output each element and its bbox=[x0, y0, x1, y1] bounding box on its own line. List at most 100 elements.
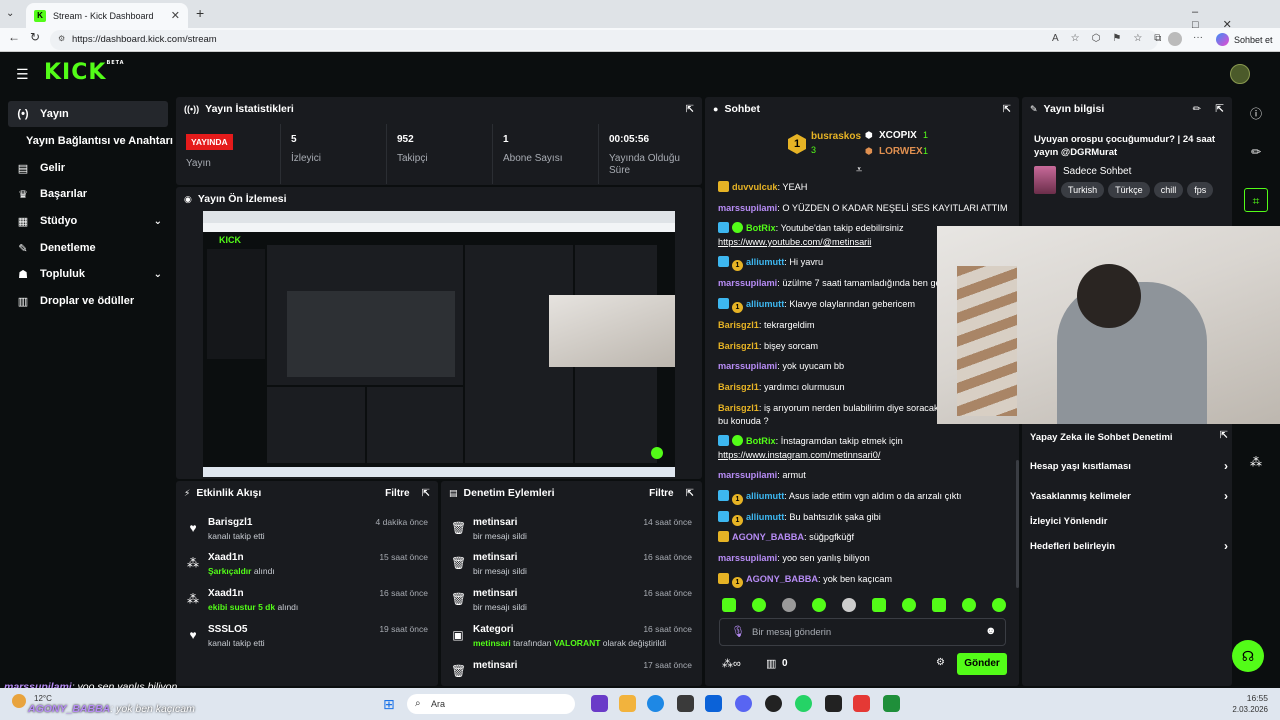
chat-username[interactable]: duvvulcuk bbox=[732, 182, 777, 192]
user-avatar[interactable] bbox=[1230, 64, 1250, 84]
leader-first-name[interactable]: busraskos bbox=[811, 131, 861, 142]
gift-icon[interactable]: ▥ bbox=[766, 657, 776, 670]
scan-icon[interactable]: ⌗ bbox=[1244, 188, 1268, 212]
chat-link-text[interactable]: https://www.youtube.com/@metinsarii bbox=[718, 237, 871, 247]
edge-icon[interactable] bbox=[647, 695, 664, 712]
raid-link[interactable]: İzleyici Yönlendir bbox=[1030, 516, 1228, 527]
emoji-icon[interactable]: ☻ bbox=[985, 625, 997, 637]
chat-username[interactable]: marssupilami bbox=[718, 553, 777, 563]
category-name[interactable]: Sadece Sohbet bbox=[1063, 166, 1131, 177]
popout-icon[interactable]: ⇱ bbox=[686, 488, 694, 499]
collapse-leaders-icon[interactable]: ⩡ bbox=[856, 164, 862, 177]
support-chat-icon[interactable]: ☊ bbox=[1232, 640, 1264, 672]
edit-icon[interactable]: ✏ bbox=[1244, 140, 1268, 164]
moderation-filter-button[interactable]: Filtre bbox=[649, 488, 673, 499]
chat-username[interactable]: marssupilami bbox=[718, 203, 777, 213]
discord-icon[interactable] bbox=[735, 695, 752, 712]
tag-chip[interactable]: Turkish bbox=[1061, 182, 1105, 198]
chat-link[interactable]: https://www.instagram.com/metinnsari0/ bbox=[718, 449, 880, 461]
event-user[interactable]: Xaad1n bbox=[208, 588, 244, 599]
kick-logo[interactable]: KICKBETA bbox=[44, 60, 125, 85]
weather-icon[interactable] bbox=[12, 694, 26, 708]
chat-username[interactable]: Barisgzl1 bbox=[718, 320, 759, 330]
popout-icon[interactable]: ⇱ bbox=[1003, 104, 1011, 115]
app-icon[interactable] bbox=[765, 695, 782, 712]
sidebar-item-stream[interactable]: (•) Yayın bbox=[8, 101, 168, 127]
event-user[interactable]: Xaad1n bbox=[208, 552, 244, 563]
emote-icon[interactable] bbox=[962, 598, 976, 612]
tab-close-icon[interactable]: ✕ bbox=[171, 9, 180, 22]
event-user[interactable]: metinsari bbox=[473, 588, 517, 599]
event-user[interactable]: metinsari bbox=[473, 517, 517, 528]
chat-username[interactable]: alliumutt bbox=[746, 299, 784, 309]
sidebar-item-studio[interactable]: ▦ Stüdyo ⌄ bbox=[8, 208, 168, 234]
leader-third-name[interactable]: LORWEX bbox=[879, 146, 923, 157]
event-actor[interactable]: metinsari bbox=[473, 638, 511, 648]
tag-chip[interactable]: chill bbox=[1153, 182, 1184, 198]
reload-icon[interactable]: ↻ bbox=[30, 30, 40, 44]
outlook-icon[interactable] bbox=[705, 695, 722, 712]
microphone-icon[interactable]: 🎙 bbox=[731, 625, 745, 638]
sidebar-item-revenue[interactable]: ▤ Gelir bbox=[8, 155, 168, 181]
edit-icon[interactable]: ✏ bbox=[1193, 104, 1201, 115]
emote-icon[interactable] bbox=[752, 598, 766, 612]
activity-filter-button[interactable]: Filtre bbox=[385, 488, 409, 499]
profile-avatar[interactable] bbox=[1168, 32, 1182, 46]
app-icon[interactable] bbox=[591, 695, 608, 712]
settings-gear-icon[interactable]: ⚙ bbox=[936, 657, 945, 668]
goals-link[interactable]: Hedefleri belirleyin › bbox=[1030, 539, 1228, 553]
emote-icon[interactable] bbox=[902, 598, 916, 612]
more-menu-icon[interactable]: ··· bbox=[1193, 32, 1203, 43]
chat-username[interactable]: Barisgzl1 bbox=[718, 403, 759, 413]
event-user[interactable]: Barisgzl1 bbox=[208, 517, 252, 528]
chat-username[interactable]: marssupilami bbox=[718, 470, 777, 480]
popout-icon[interactable]: ⇱ bbox=[686, 104, 694, 115]
sidebar-item-community[interactable]: ☗ Topluluk ⌄ bbox=[8, 261, 168, 287]
ai-moderation-link[interactable]: Yapay Zeka ile Sohbet Denetimi ⇱ bbox=[1030, 430, 1228, 443]
category-thumbnail[interactable] bbox=[1034, 166, 1056, 194]
whatsapp-icon[interactable] bbox=[795, 695, 812, 712]
popout-icon[interactable]: ⇱ bbox=[1215, 103, 1224, 115]
kick-points-icon[interactable]: ⁂∞ bbox=[722, 657, 741, 670]
send-button[interactable]: Gönder bbox=[957, 653, 1007, 675]
account-age-link[interactable]: Hesap yaşı kısıtlaması › bbox=[1030, 459, 1228, 473]
event-user[interactable]: SSSLO5 bbox=[208, 624, 247, 635]
info-icon[interactable]: ⓘ bbox=[1244, 102, 1268, 126]
back-icon[interactable]: ← bbox=[8, 30, 20, 44]
emote-icon[interactable] bbox=[812, 598, 826, 612]
windows-start-icon[interactable]: ⊞ bbox=[383, 696, 395, 713]
chat-username[interactable]: alliumutt bbox=[746, 491, 784, 501]
chat-username[interactable]: Barisgzl1 bbox=[718, 382, 759, 392]
emote-icon[interactable] bbox=[992, 598, 1006, 612]
chat-scrollbar[interactable] bbox=[1016, 460, 1019, 588]
sidebar-item-moderation[interactable]: ✎ Denetleme bbox=[8, 235, 168, 261]
hamburger-menu-icon[interactable]: ☰ bbox=[16, 66, 29, 83]
chat-link[interactable]: https://www.youtube.com/@metinsarii bbox=[718, 236, 871, 248]
tab-list-icon[interactable]: ⌄ bbox=[6, 8, 14, 19]
chat-link-text[interactable]: https://www.instagram.com/metinnsari0/ bbox=[718, 450, 880, 460]
sidebar-item-achievements[interactable]: ♛ Başarılar bbox=[8, 181, 168, 207]
copilot-button[interactable]: Sohbet et bbox=[1234, 35, 1273, 45]
url-field[interactable]: https://dashboard.kick.com/stream bbox=[50, 30, 1158, 50]
tag-chip[interactable]: Türkçe bbox=[1108, 182, 1150, 198]
excel-icon[interactable] bbox=[883, 695, 900, 712]
sidebar-item-drops[interactable]: ▥ Droplar ve ödüller bbox=[8, 288, 168, 314]
emote-icon[interactable] bbox=[872, 598, 886, 612]
event-user[interactable]: Kategori bbox=[473, 624, 514, 635]
new-tab-icon[interactable]: + bbox=[196, 5, 204, 21]
chat-username[interactable]: marssupilami bbox=[718, 278, 777, 288]
site-info-icon[interactable]: ⚙ bbox=[58, 34, 65, 43]
stream-preview-video[interactable]: KICK bbox=[203, 211, 675, 477]
chat-username[interactable]: marssupilami bbox=[718, 361, 777, 371]
banned-words-link[interactable]: Yasaklanmış kelimeler › bbox=[1030, 489, 1228, 503]
emote-icon[interactable] bbox=[932, 598, 946, 612]
chat-username[interactable]: BotRix bbox=[746, 436, 776, 446]
app-icon[interactable] bbox=[677, 695, 694, 712]
popout-icon[interactable]: ⇱ bbox=[422, 488, 430, 499]
kick-points-icon[interactable]: ⁂ bbox=[1244, 450, 1268, 474]
emote-icon[interactable] bbox=[842, 598, 856, 612]
leader-second-name[interactable]: XCOPIX bbox=[879, 130, 917, 141]
event-user[interactable]: metinsari bbox=[473, 660, 517, 671]
sidebar-item-stream-key[interactable]: Yayın Bağlantısı ve Anahtarı bbox=[18, 128, 178, 154]
browser-toolbar-icons[interactable]: A☆⬡⚑☆⧉ bbox=[1052, 33, 1173, 44]
